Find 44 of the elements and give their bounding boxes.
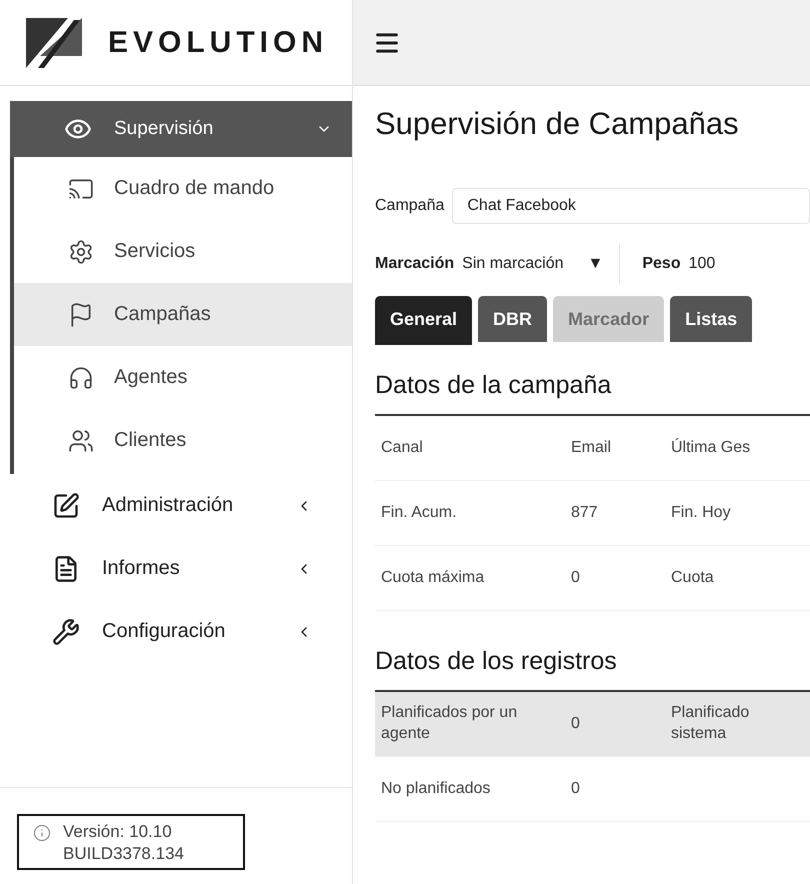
table-cell-text: 0 (571, 778, 581, 799)
campaign-field[interactable]: Chat Facebook (452, 188, 810, 224)
tab[interactable]: General (375, 296, 472, 345)
field-label: Campaña (375, 197, 444, 215)
sidebar-group[interactable]: Administración (0, 474, 352, 537)
sidebar-item[interactable]: Campañas (14, 283, 352, 346)
sidebar-group[interactable]: Supervisión (10, 101, 352, 157)
pencil-square-icon (52, 492, 80, 520)
table-cell-text: 0 (571, 714, 581, 734)
wrench-icon (52, 618, 80, 646)
sidebar-group[interactable]: Configuración (0, 600, 352, 663)
table-cell-text: Fin. Acum. (381, 502, 458, 523)
table-cell-text: Canal (381, 438, 424, 458)
logo-icon (26, 18, 82, 68)
table-cell-text: Fin. Hoy (671, 502, 732, 523)
sidebar-item[interactable]: Cuadro de mando (14, 157, 352, 220)
table-cell-text: Cuota (671, 568, 715, 588)
gear-icon (68, 238, 94, 264)
sidebar-item[interactable]: Clientes (14, 409, 352, 472)
page-title: Supervisión de Campañas (375, 106, 740, 142)
table-cell-text: No planificados (381, 778, 492, 799)
headphones-icon (68, 364, 94, 390)
logo-text: EVOLUTION (108, 26, 328, 60)
section-heading: Datos de la campaña (375, 371, 810, 416)
table-cell-text: Cuota máxima (381, 568, 486, 588)
info-icon (33, 824, 51, 842)
build-text: BUILD3378.134 (63, 844, 185, 864)
table-cell-text: Email (571, 438, 612, 458)
sidebar-group[interactable]: Informes (0, 537, 352, 600)
version-text: Versión: 10.10 (63, 822, 173, 842)
table-cell-text: Planificado sistema (671, 703, 750, 744)
sidebar-item[interactable]: Servicios (14, 220, 352, 283)
tab[interactable]: DBR (478, 296, 548, 342)
table-cell-text: Última Ges (671, 438, 752, 458)
sidebar-item[interactable]: Agentes (14, 346, 352, 409)
table-cell-text: 0 (571, 568, 581, 588)
field-label: Marcación (375, 255, 454, 273)
table-cell-text: 877 (571, 502, 599, 523)
table-cell-text: Planificados por un agente (381, 703, 518, 744)
field-label: Peso (642, 255, 681, 273)
weight-value: 100 (688, 255, 716, 273)
tab[interactable]: Listas (670, 296, 752, 342)
dialing-select[interactable]: Sin marcación ▼ (462, 244, 620, 284)
users-icon (68, 428, 94, 454)
